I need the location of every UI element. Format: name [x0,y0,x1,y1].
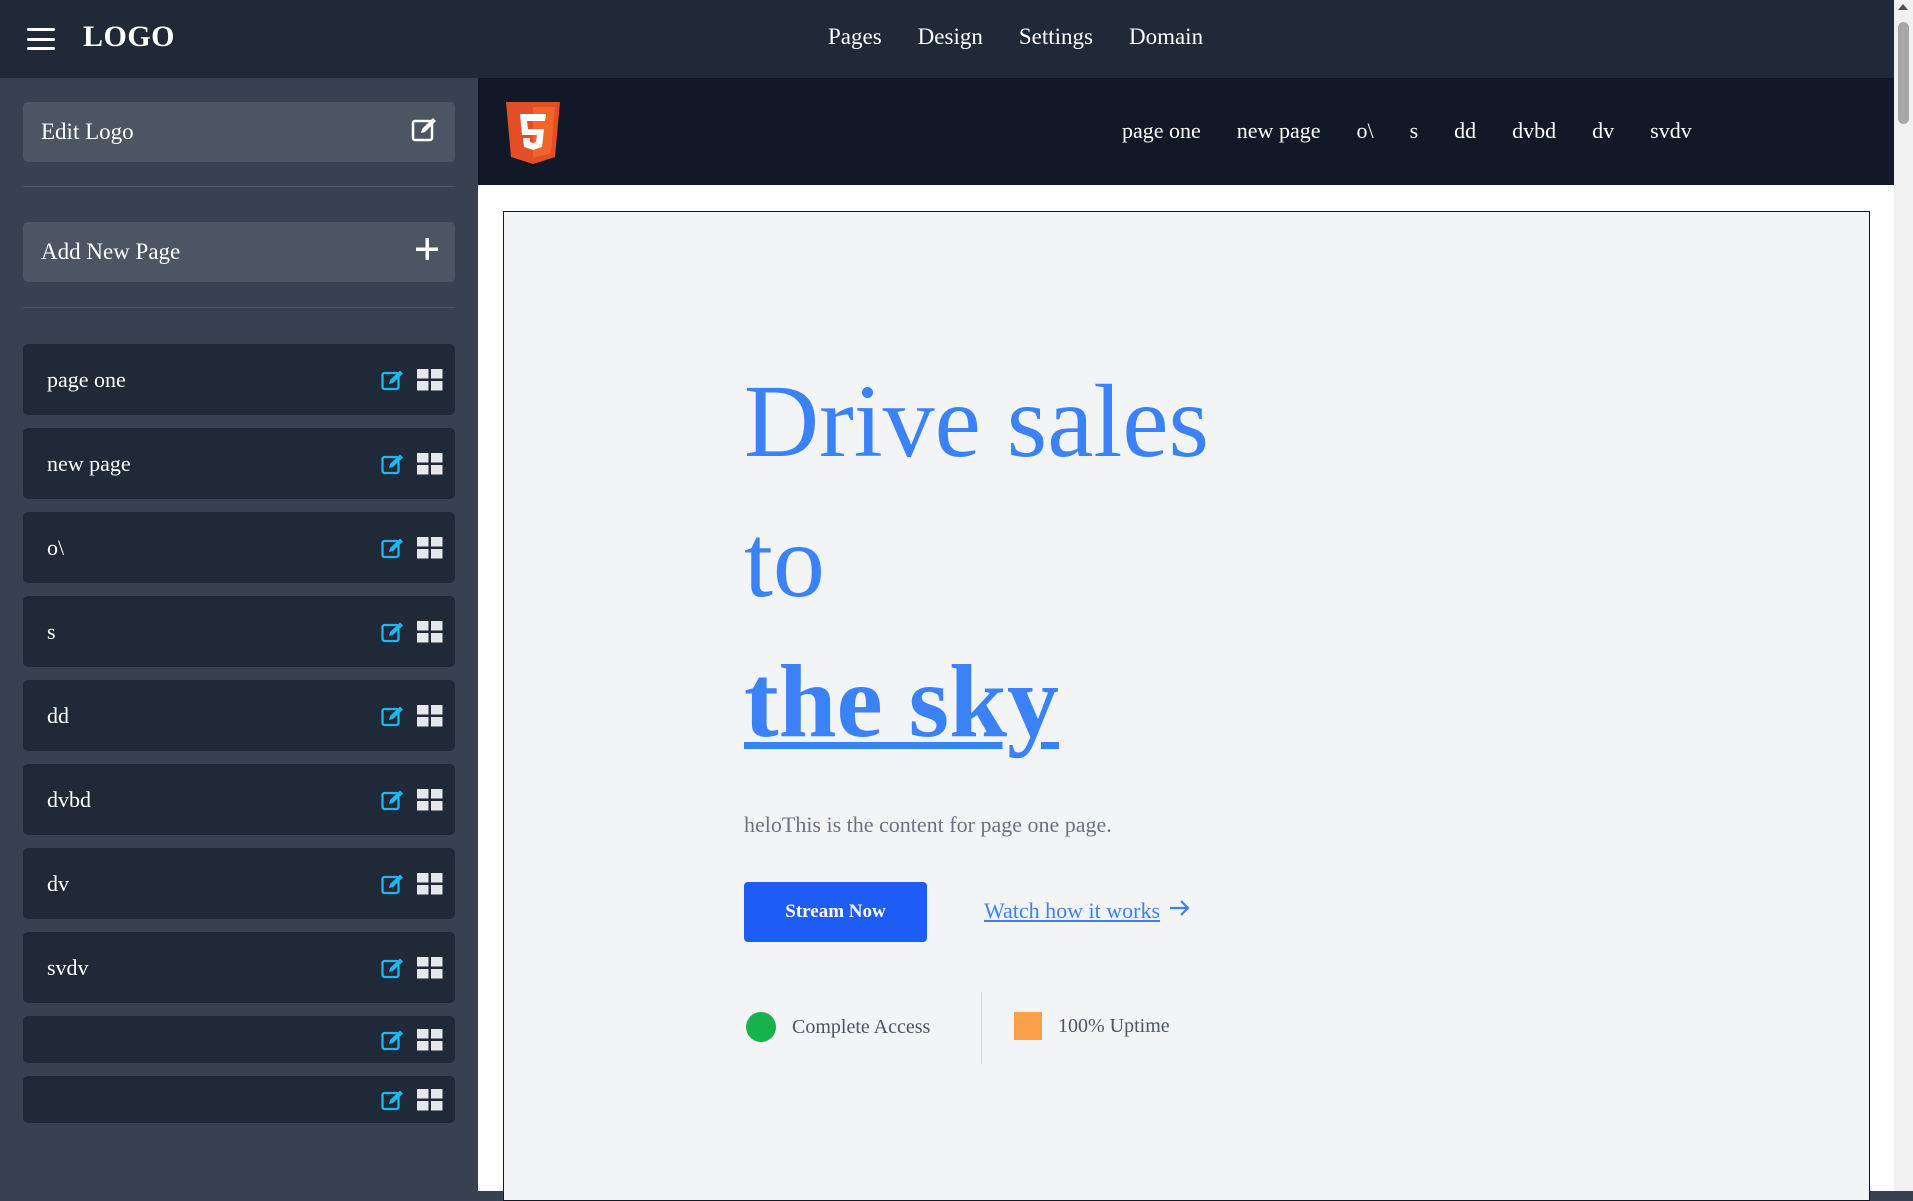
site-nav: page one new page o\ s dd dvbd dv svdv [1122,118,1692,144]
app-logo: LOGO [83,20,176,53]
plus-icon [415,237,439,267]
nav-pages[interactable]: Pages [828,24,882,50]
edit-icon[interactable] [381,957,405,979]
page-actions [381,704,443,727]
grid-icon[interactable] [417,368,443,391]
edit-icon[interactable] [381,789,405,811]
watch-link-label: Watch how it works [984,898,1161,923]
edit-logo-button[interactable]: Edit Logo [23,102,455,162]
grid-icon[interactable] [417,536,443,559]
grid-icon[interactable] [417,1028,443,1051]
page-actions [381,956,443,979]
nav-domain[interactable]: Domain [1129,24,1203,50]
badge-complete-access: Complete Access [746,1012,930,1042]
page-actions [381,620,443,643]
edit-icon[interactable] [381,873,405,895]
grid-icon[interactable] [417,956,443,979]
add-new-page-button[interactable]: Add New Page [23,222,455,282]
site-nav-link[interactable]: o\ [1356,118,1373,144]
sidebar-page-item[interactable] [23,1016,455,1063]
page-actions [381,368,443,391]
page-actions [381,1028,443,1051]
hero-title-line2: to [744,504,825,619]
edit-icon[interactable] [381,705,405,727]
arrow-right-icon [1168,898,1192,924]
edit-icon [411,116,439,148]
site-nav-link[interactable]: dv [1592,118,1614,144]
site-header: page one new page o\ s dd dvbd dv svdv [478,78,1894,185]
sidebar-page-label: dd [47,702,69,728]
app-topbar: LOGO Pages Design Settings Domain [0,0,1913,78]
page-actions [381,536,443,559]
hero-subtitle: heloThis is the content for page one pag… [744,812,1112,837]
sidebar-page-item[interactable]: new page [23,428,455,499]
nav-design[interactable]: Design [918,24,983,50]
site-nav-link[interactable]: s [1410,118,1419,144]
hamburger-icon[interactable] [27,28,55,50]
scrollbar[interactable] [1894,0,1913,1191]
sidebar-page-item[interactable]: svdv [23,932,455,1003]
sidebar-divider [23,186,455,187]
edit-icon[interactable] [381,621,405,643]
sidebar-page-label: o\ [47,534,65,560]
app-main-nav: Pages Design Settings Domain [828,24,1203,50]
sidebar-page-item[interactable]: s [23,596,455,667]
site-nav-link[interactable]: svdv [1650,118,1692,144]
grid-icon[interactable] [417,620,443,643]
sidebar-page-label: new page [47,450,131,476]
site-nav-link[interactable]: dvbd [1512,118,1556,144]
hero-title: Drive sales to the sky [744,352,1209,772]
sidebar-page-label: dv [47,870,69,896]
sidebar-page-item[interactable]: dv [23,848,455,919]
sidebar-page-item[interactable]: o\ [23,512,455,583]
edit-icon[interactable] [381,369,405,391]
badge-label: 100% Uptime [1058,1014,1170,1037]
scroll-thumb[interactable] [1898,22,1909,124]
grid-icon[interactable] [417,452,443,475]
add-new-page-label: Add New Page [41,239,181,264]
badge-divider [981,992,982,1064]
page-actions [381,452,443,475]
edit-icon[interactable] [381,1089,405,1111]
site-preview: page one new page o\ s dd dvbd dv svdv D… [478,78,1894,1201]
sidebar-page-label: page one [47,366,126,392]
badge-label: Complete Access [792,1015,931,1038]
sidebar-page-item[interactable] [23,1076,455,1123]
stream-now-button[interactable]: Stream Now [744,882,927,942]
grid-icon[interactable] [417,1088,443,1111]
edit-icon[interactable] [381,453,405,475]
sidebar-page-label: svdv [47,954,89,980]
grid-icon[interactable] [417,872,443,895]
html5-logo[interactable] [506,102,560,169]
site-nav-link[interactable]: new page [1237,118,1321,144]
edit-logo-label: Edit Logo [41,119,134,144]
sidebar-page-item[interactable]: dvbd [23,764,455,835]
hero-title-line1: Drive sales [744,364,1209,479]
sidebar-page-item[interactable]: page one [23,344,455,415]
sidebar-page-item[interactable]: dd [23,680,455,751]
site-nav-link[interactable]: dd [1454,118,1476,144]
grid-icon[interactable] [417,704,443,727]
site-nav-link[interactable]: page one [1122,118,1201,144]
green-dot-icon [746,1012,776,1042]
page-actions [381,872,443,895]
scroll-up-arrow-icon[interactable] [1898,4,1908,10]
sidebar-page-label: dvbd [47,786,91,812]
grid-icon[interactable] [417,788,443,811]
watch-how-it-works-link[interactable]: Watch how it works [984,898,1192,924]
edit-icon[interactable] [381,537,405,559]
badge-uptime: 100% Uptime [1014,1012,1170,1040]
page-actions [381,1088,443,1111]
page-actions [381,788,443,811]
hero-title-emphasis: the sky [744,644,1059,759]
sidebar-page-label: s [47,618,56,644]
orange-square-icon [1014,1012,1042,1040]
sidebar-divider [23,307,455,308]
nav-settings[interactable]: Settings [1019,24,1093,50]
hero-section: Drive sales to the sky heloThis is the c… [503,211,1870,1201]
sidebar: Edit Logo Add New Page page one new page o… [0,78,478,1191]
edit-icon[interactable] [381,1029,405,1051]
